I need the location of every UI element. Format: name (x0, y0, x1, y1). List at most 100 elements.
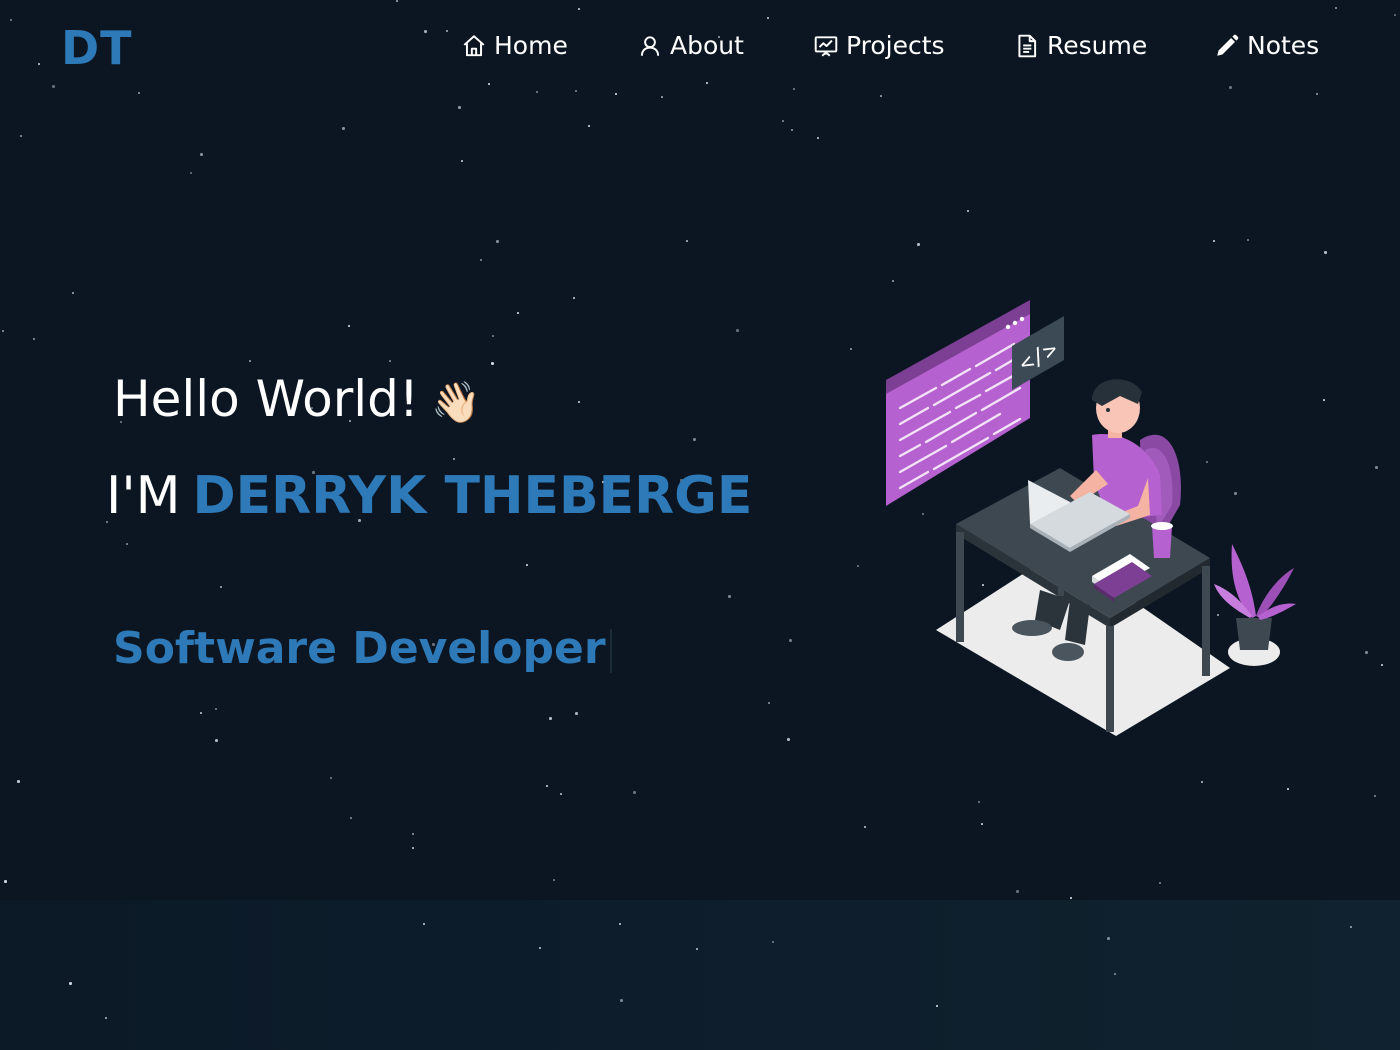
greeting-text: Hello World! (113, 370, 419, 428)
star (578, 401, 580, 403)
star (787, 738, 790, 741)
star (200, 153, 203, 156)
star (1159, 882, 1161, 884)
star (190, 172, 192, 174)
star (850, 348, 852, 350)
star (458, 106, 461, 109)
nav-resume[interactable]: Resume (1014, 28, 1147, 64)
star (553, 879, 555, 881)
star (453, 458, 455, 460)
star (496, 240, 499, 243)
star (1381, 664, 1383, 666)
star (633, 791, 636, 794)
star (1247, 239, 1249, 241)
star (72, 292, 74, 294)
star (249, 360, 251, 362)
hero-greeting: Hello World! 👋🏻 (113, 366, 481, 436)
nav-notes[interactable]: Notes (1214, 28, 1319, 64)
star (817, 137, 819, 139)
star (560, 793, 562, 795)
potted-plant (1214, 544, 1296, 666)
star (412, 833, 414, 835)
star (736, 329, 739, 332)
star (330, 777, 332, 779)
intro-prefix: I'M (106, 466, 181, 526)
user-icon (637, 33, 663, 59)
star (686, 240, 688, 242)
star (549, 717, 552, 720)
star (575, 712, 578, 715)
pencil-icon (1214, 33, 1240, 59)
star (615, 93, 617, 95)
star (981, 823, 983, 825)
star (200, 712, 202, 714)
star (17, 780, 20, 783)
typing-cursor (609, 629, 612, 673)
nav-projects[interactable]: Projects (813, 28, 945, 64)
star (517, 312, 519, 314)
hero-role: Software Developer (113, 620, 612, 678)
star (789, 639, 792, 642)
star (526, 564, 528, 566)
star (1287, 788, 1289, 790)
star (791, 129, 793, 131)
star (215, 739, 218, 742)
nav-projects-label: Projects (846, 31, 945, 60)
hero-intro: I'M DERRYK THEBERGE (106, 462, 752, 530)
star (1016, 890, 1019, 893)
star (1374, 795, 1376, 797)
star (661, 96, 663, 98)
star (389, 360, 391, 362)
nav-home-label: Home (494, 31, 568, 60)
hero-name: DERRYK THEBERGE (192, 466, 753, 526)
star (461, 160, 463, 162)
star (33, 338, 35, 340)
star (857, 565, 859, 567)
role-text: Software Developer (113, 623, 606, 674)
page: DT Home About Projects Resume Notes Hell… (0, 0, 1400, 1050)
star (480, 259, 482, 261)
star (864, 826, 866, 828)
star (492, 335, 494, 337)
star (978, 801, 980, 803)
star (126, 543, 128, 545)
star (967, 210, 969, 212)
document-icon (1014, 33, 1040, 59)
star (917, 243, 920, 246)
star (1324, 251, 1327, 254)
star (546, 785, 548, 787)
star (768, 702, 770, 704)
star (1213, 240, 1215, 242)
star (880, 95, 882, 97)
wave-emoji: 👋🏻 (430, 380, 481, 426)
star (1375, 466, 1378, 469)
star (588, 125, 590, 127)
home-icon (461, 33, 487, 59)
logo[interactable]: DT (61, 22, 133, 74)
code-window (886, 300, 1030, 506)
star (350, 817, 352, 819)
nav-about-label: About (670, 31, 744, 60)
star (412, 847, 414, 849)
developer-illustration: </> (886, 300, 1296, 736)
star (215, 708, 217, 710)
star (2, 330, 4, 332)
star (1316, 93, 1318, 95)
bottom-band (0, 900, 1400, 1050)
star (348, 325, 350, 327)
nav-about[interactable]: About (637, 28, 744, 64)
star (782, 120, 784, 122)
star (491, 362, 494, 365)
star (573, 297, 575, 299)
nav-notes-label: Notes (1247, 31, 1320, 60)
star (20, 135, 22, 137)
star (1070, 897, 1072, 899)
star (138, 92, 140, 94)
star (342, 127, 345, 130)
star (1365, 651, 1368, 654)
nav-resume-label: Resume (1047, 31, 1148, 60)
presentation-icon (813, 33, 839, 59)
star (892, 280, 894, 282)
nav-home[interactable]: Home (461, 28, 568, 64)
star (1201, 781, 1203, 783)
